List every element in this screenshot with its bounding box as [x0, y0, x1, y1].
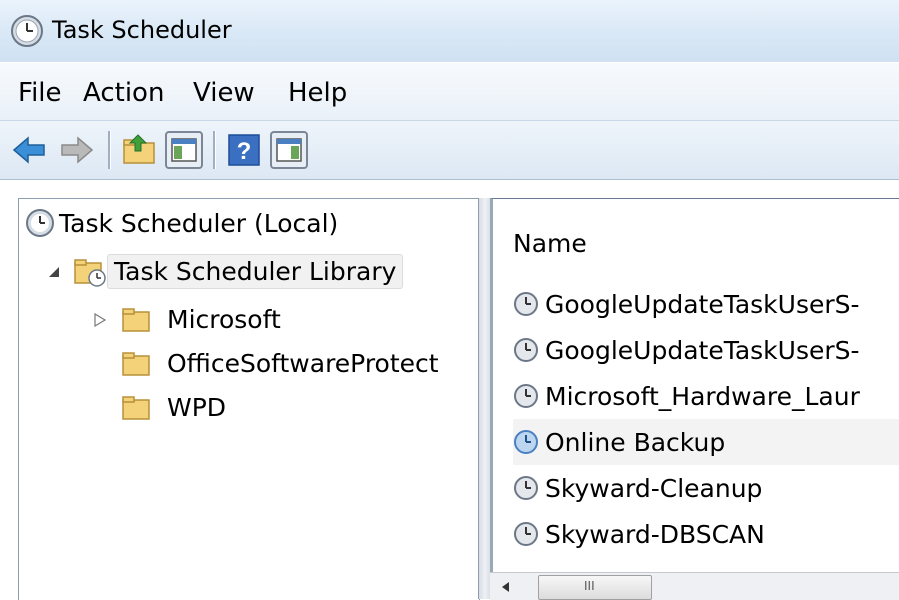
back-arrow-icon[interactable]: [10, 131, 48, 169]
task-row[interactable]: Skyward-Cleanup: [513, 465, 899, 511]
scheduler-folder-icon: [74, 259, 106, 287]
menu-action[interactable]: Action: [83, 77, 164, 109]
task-clock-icon: [514, 338, 538, 362]
task-clock-icon: [514, 292, 538, 316]
task-row[interactable]: Microsoft_Hardware_Laur: [513, 373, 899, 419]
tree-label-folder: Microsoft: [167, 304, 281, 334]
console-tree[interactable]: Task Scheduler (Local) Task Scheduler Li…: [18, 198, 480, 600]
toolbar-separator: [108, 131, 111, 169]
tree-label-library: Task Scheduler Library: [107, 253, 404, 289]
clock-icon: [26, 209, 54, 237]
task-name: Online Backup: [545, 427, 726, 457]
task-name: GoogleUpdateTaskUserS-: [545, 289, 860, 319]
task-clock-icon: [514, 522, 538, 546]
up-folder-icon[interactable]: [120, 131, 158, 169]
tree-node-root[interactable]: Task Scheduler (Local): [25, 203, 342, 243]
tree-label-folder: WPD: [167, 392, 227, 422]
show-hide-console-tree-icon[interactable]: [165, 131, 203, 169]
scrollbar-thumb[interactable]: III: [538, 575, 652, 600]
task-row[interactable]: GoogleUpdateTaskUserS-: [513, 327, 899, 373]
task-name: Microsoft_Hardware_Laur: [545, 381, 860, 411]
task-clock-icon: [514, 384, 538, 408]
task-row-highlighted[interactable]: Online Backup: [513, 419, 899, 465]
task-name: Skyward-DBSCAN: [545, 519, 765, 549]
scroll-left-icon[interactable]: [496, 577, 516, 597]
forward-arrow-icon[interactable]: [58, 131, 96, 169]
task-row[interactable]: Skyward-DBSCAN: [513, 511, 899, 557]
task-name: GoogleUpdateTaskUserS-: [545, 335, 860, 365]
toolbar: ?: [0, 120, 899, 180]
window-title: Task Scheduler: [52, 16, 232, 44]
folder-icon: [122, 352, 150, 376]
tree-label-root: Task Scheduler (Local): [59, 208, 339, 238]
scrollbar-grip: III: [584, 579, 595, 593]
tree-node-library[interactable]: Task Scheduler Library: [73, 251, 404, 291]
column-header-name[interactable]: Name: [513, 229, 587, 258]
title-bar: Task Scheduler: [0, 0, 899, 63]
show-hide-action-pane-icon[interactable]: [270, 131, 308, 169]
list-header: Name: [493, 199, 899, 279]
task-list[interactable]: Name GoogleUpdateTaskUserS- GoogleUpdate…: [490, 198, 899, 600]
toolbar-separator: [213, 131, 216, 169]
tree-label-folder: OfficeSoftwareProtect: [167, 348, 439, 378]
collapsed-arrow-icon[interactable]: [91, 311, 109, 329]
tree-node-folder[interactable]: WPD: [121, 387, 230, 427]
tree-node-folder[interactable]: OfficeSoftwareProtect: [121, 343, 443, 383]
folder-icon: [122, 396, 150, 420]
task-row[interactable]: GoogleUpdateTaskUserS-: [513, 281, 899, 327]
task-clock-icon: [514, 476, 538, 500]
menu-help[interactable]: Help: [288, 77, 347, 109]
help-icon[interactable]: ?: [225, 131, 263, 169]
folder-icon: [122, 308, 150, 332]
menu-view[interactable]: View: [193, 77, 255, 109]
menu-file[interactable]: File: [18, 77, 62, 109]
expanded-arrow-icon[interactable]: [45, 263, 63, 281]
menu-bar: File Action View Help: [0, 62, 899, 121]
task-name: Skyward-Cleanup: [545, 473, 763, 503]
task-clock-icon: [514, 430, 538, 454]
horizontal-scrollbar[interactable]: III: [490, 572, 899, 600]
tree-node-folder[interactable]: Microsoft: [121, 299, 285, 339]
clock-icon: [11, 15, 43, 47]
svg-text:?: ?: [237, 138, 252, 165]
